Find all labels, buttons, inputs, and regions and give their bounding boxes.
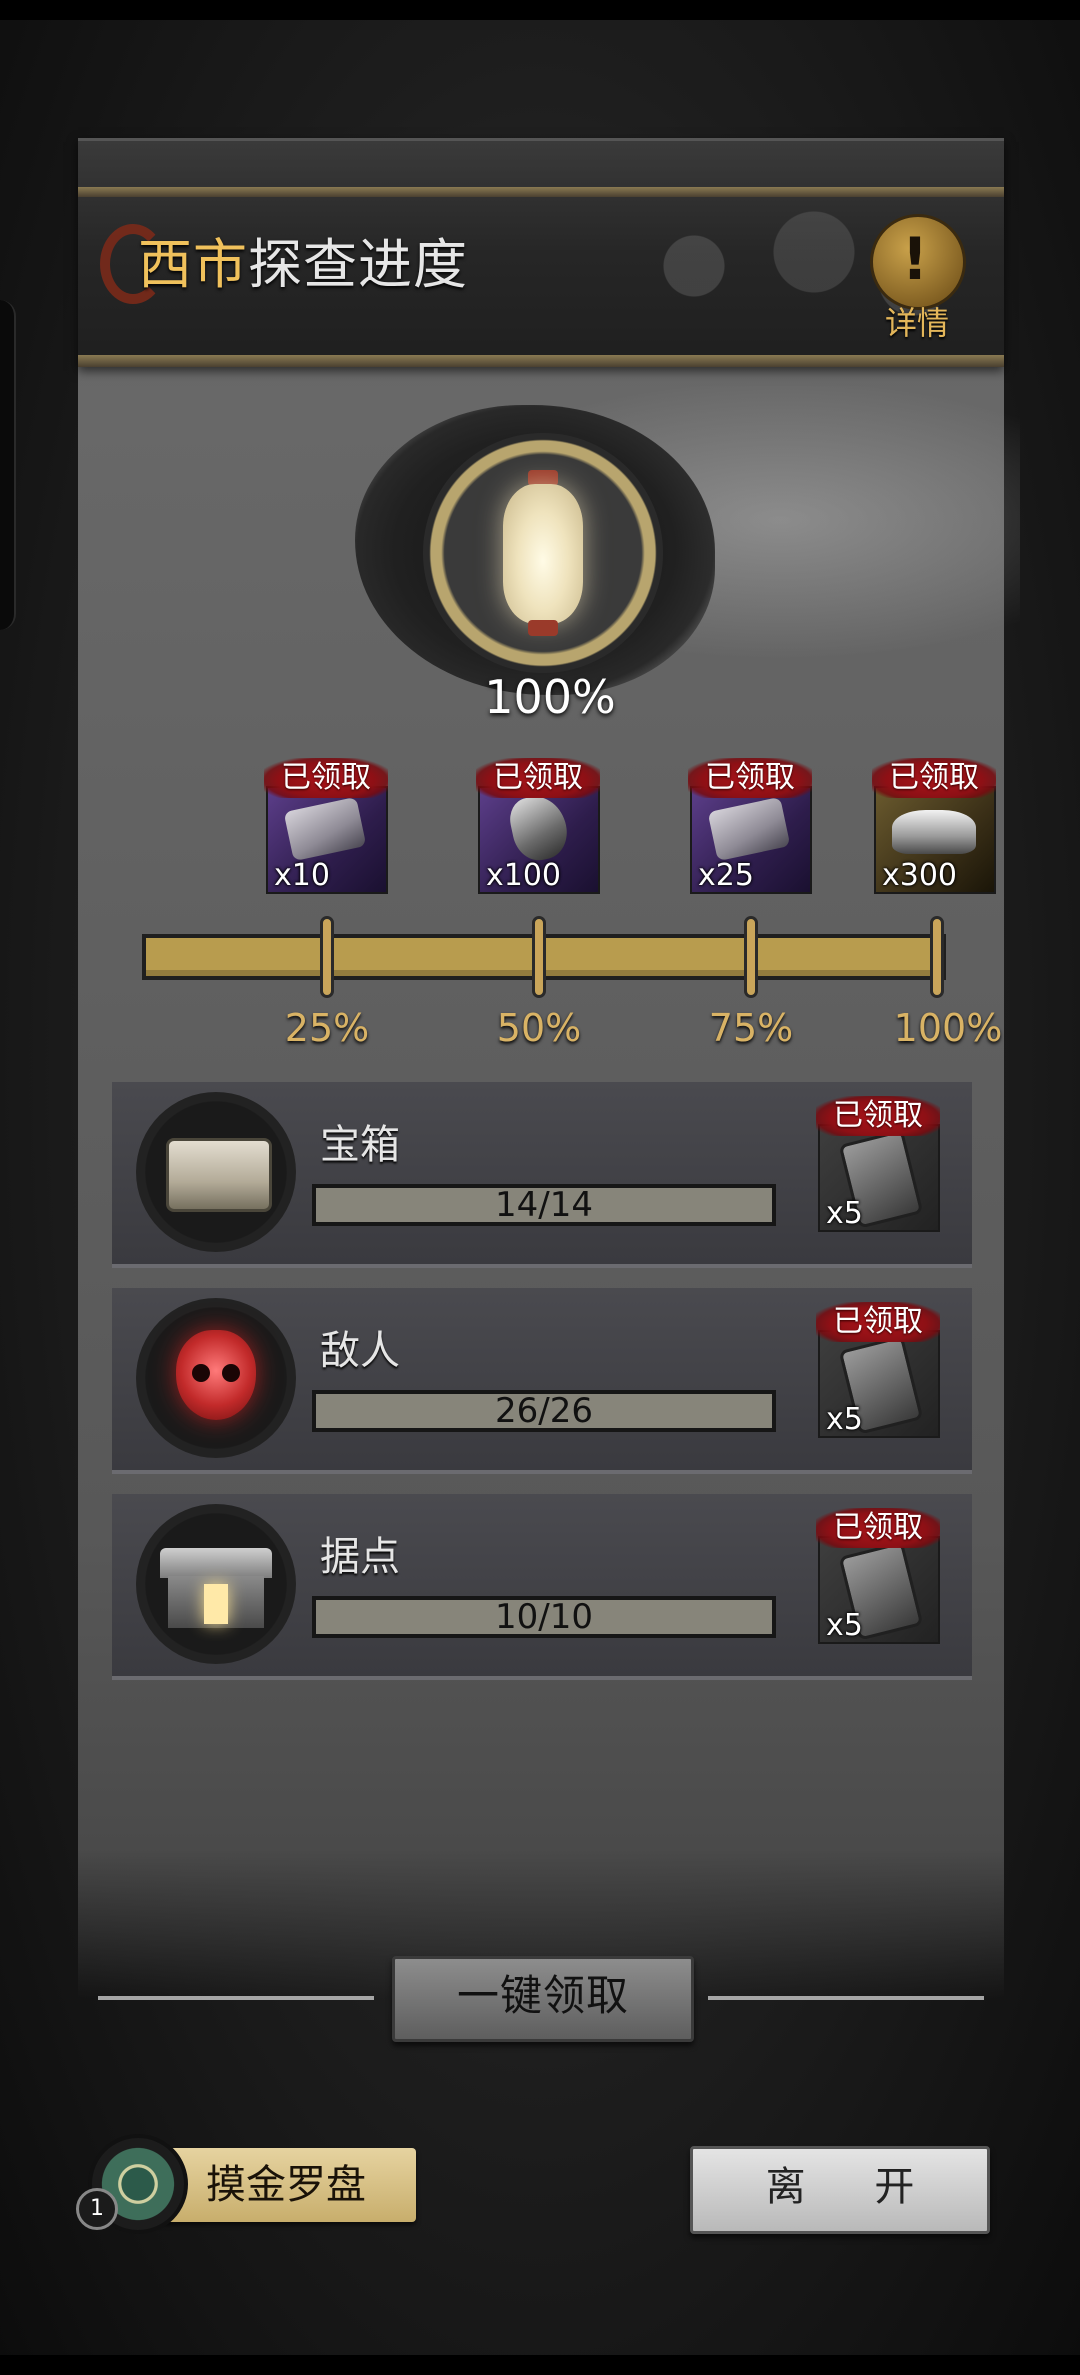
- milestone-notch-50: [532, 916, 546, 998]
- compass-button[interactable]: 摸金罗盘 1: [76, 2134, 426, 2234]
- task-label: 宝箱: [320, 1122, 400, 1168]
- claimed-badge: 已领取: [872, 758, 996, 798]
- reward-qty: x300: [882, 858, 958, 893]
- reward-qty: x10: [274, 858, 330, 893]
- task-row-chests: 宝箱 14/14 x5 已领取: [112, 1082, 972, 1268]
- milestone-reward-25[interactable]: x10 已领取: [264, 758, 388, 894]
- task-progress-bar: 10/10: [312, 1596, 776, 1638]
- milestone-reward-75[interactable]: x25 已领取: [688, 758, 812, 894]
- lantern-icon: [498, 470, 588, 640]
- task-row-strongholds: 据点 10/10 x5 已领取: [112, 1494, 972, 1680]
- milestone-notch-75: [744, 916, 758, 998]
- task-icon-frame: [136, 1504, 296, 1664]
- reward-qty: x25: [698, 858, 754, 893]
- header-band-bottom: [78, 355, 1004, 367]
- task-progress-bar: 14/14: [312, 1184, 776, 1226]
- title-location: 西市: [138, 233, 248, 296]
- task-icon-frame: [136, 1092, 296, 1252]
- claimed-badge: 已领取: [476, 758, 600, 798]
- milestone-notch-25: [320, 916, 334, 998]
- task-reward[interactable]: x5 已领取: [816, 1302, 940, 1438]
- overall-progress-percent: 100%: [484, 670, 616, 724]
- milestone-label-100: 100%: [893, 1006, 1003, 1050]
- reward-qty: x5: [826, 1402, 863, 1437]
- task-reward[interactable]: x5 已领取: [816, 1508, 940, 1644]
- title-text: 探查进度: [248, 233, 468, 296]
- claim-all-button[interactable]: 一键领取: [392, 1956, 694, 2042]
- task-progress-bar: 26/26: [312, 1390, 776, 1432]
- claimed-badge: 已领取: [816, 1096, 940, 1136]
- milestone-notch-100: [930, 916, 944, 998]
- claimed-badge: 已领取: [816, 1302, 940, 1342]
- screen-edge-handle: [0, 300, 16, 630]
- claimed-badge: 已领取: [264, 758, 388, 798]
- milestone-label-50: 50%: [496, 1006, 582, 1050]
- milestone-reward-50[interactable]: x100 已领取: [476, 758, 600, 894]
- reward-qty: x100: [486, 858, 562, 893]
- stronghold-icon: [160, 1548, 272, 1628]
- status-bar: [0, 0, 1080, 20]
- task-label: 敌人: [320, 1328, 400, 1374]
- compass-count-badge: 1: [76, 2188, 118, 2230]
- milestone-label-75: 75%: [708, 1006, 794, 1050]
- compass-label: 摸金罗盘: [206, 2162, 366, 2208]
- page-title: 西市探查进度: [138, 235, 468, 295]
- divider-right: [708, 1996, 984, 2000]
- exclamation-glyph: !: [901, 225, 929, 293]
- treasure-chest-icon: [166, 1138, 272, 1212]
- milestone-label-25: 25%: [284, 1006, 370, 1050]
- silver-ingot-icon: [892, 810, 976, 854]
- detail-button[interactable]: ! 详情: [862, 214, 972, 342]
- enemy-skull-icon: [176, 1330, 256, 1420]
- claimed-badge: 已领取: [688, 758, 812, 798]
- divider-left: [98, 1996, 374, 2000]
- reward-qty: x5: [826, 1196, 863, 1231]
- milestone-reward-100[interactable]: x300 已领取: [872, 758, 996, 894]
- claimed-badge: 已领取: [816, 1508, 940, 1548]
- navigation-bar: [0, 2355, 1080, 2375]
- task-row-enemies: 敌人 26/26 x5 已领取: [112, 1288, 972, 1474]
- task-label: 据点: [320, 1534, 400, 1580]
- reward-qty: x5: [826, 1608, 863, 1643]
- detail-label: 详情: [884, 304, 949, 342]
- task-icon-frame: [136, 1298, 296, 1458]
- task-reward[interactable]: x5 已领取: [816, 1096, 940, 1232]
- leave-button[interactable]: 离 开: [690, 2146, 990, 2234]
